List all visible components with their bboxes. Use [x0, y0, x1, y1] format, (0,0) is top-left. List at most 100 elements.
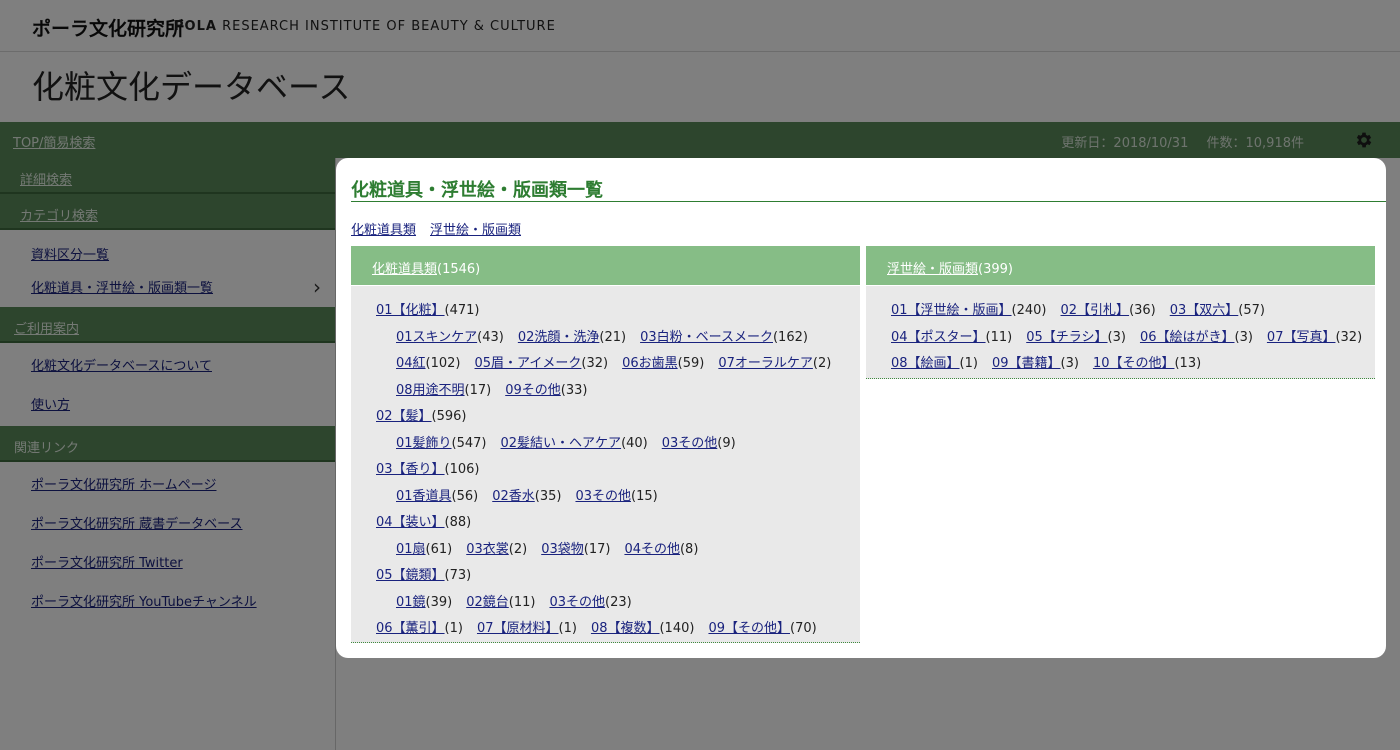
category-entry: 05眉・アイメーク(32) [475, 356, 609, 371]
tab-ukiyoe[interactable]: 浮世絵・版画類 [430, 219, 521, 238]
category-link[interactable]: 04その他 [624, 542, 680, 557]
category-count: (240) [1011, 303, 1047, 318]
category-entry: 07オーラルケア(2) [718, 356, 831, 371]
category-link[interactable]: 01鏡 [396, 595, 426, 610]
category-row: 01スキンケア(43) 02洗顔・洗浄(21) 03白粉・ベースメーク(162) [396, 326, 822, 345]
category-link[interactable]: 02髪結い・ヘアケア [501, 436, 622, 451]
ukiyoe-panel: 浮世絵・版画類(399) 01【浮世絵・版画】(240) 02【引札】(36) 03… [866, 246, 1375, 379]
category-link[interactable]: 03袋物 [541, 542, 584, 557]
title-divider [351, 201, 1386, 202]
category-link[interactable]: 05【チラシ】 [1026, 330, 1107, 345]
category-count: (40) [621, 435, 648, 451]
category-row: 08【絵画】(1) 09【書籍】(3) 10【その他】(13) [891, 352, 1215, 371]
category-row: 01【化粧】(471) [376, 299, 494, 318]
category-link[interactable]: 06【絵はがき】 [1140, 330, 1235, 345]
category-entry: 01【化粧】(471) [376, 303, 480, 318]
category-link[interactable]: 09【その他】 [708, 621, 790, 636]
category-row: 01【浮世絵・版画】(240) 02【引札】(36) 03【双六】(57) [891, 299, 1279, 318]
category-link[interactable]: 02【髪】 [376, 409, 432, 424]
category-entry: 01扇(61) [396, 542, 452, 557]
category-entry: 06【絵はがき】(3) [1140, 330, 1253, 345]
category-row: 01扇(61) 03衣裳(2) 03袋物(17) 04その他(8) [396, 538, 712, 557]
category-link[interactable]: 01香道具 [396, 489, 452, 504]
category-count: (59) [677, 356, 705, 371]
ukiyoe-panel-link[interactable]: 浮世絵・版画類 [887, 262, 978, 277]
category-link[interactable]: 01スキンケア [396, 330, 477, 345]
category-count: (70) [790, 621, 817, 636]
category-link[interactable]: 02洗顔・洗浄 [518, 330, 600, 345]
tools-panel-link[interactable]: 化粧道具類 [372, 262, 437, 277]
category-link[interactable]: 04【ポスター】 [891, 330, 986, 345]
category-link[interactable]: 09その他 [505, 383, 561, 398]
category-entry: 08【絵画】(1) [891, 356, 978, 371]
category-link[interactable]: 01【浮世絵・版画】 [891, 303, 1012, 318]
category-count: (1) [959, 356, 978, 371]
category-count: (15) [631, 488, 658, 504]
category-link[interactable]: 01扇 [396, 542, 426, 557]
category-link[interactable]: 08【複数】 [591, 621, 660, 636]
category-count: (88) [444, 515, 472, 530]
tools-panel-head: 化粧道具類(1546) [351, 246, 860, 286]
category-link[interactable]: 03白粉・ベースメーク [640, 330, 773, 345]
category-entry: 01髪飾り(547) [396, 436, 487, 451]
category-count: (1) [444, 621, 463, 636]
category-entry: 10【その他】(13) [1093, 356, 1201, 371]
category-count: (21) [599, 329, 627, 345]
category-link[interactable]: 03その他 [662, 436, 718, 451]
category-link[interactable]: 06お歯黒 [622, 356, 678, 371]
category-count: (43) [477, 329, 504, 345]
category-link[interactable]: 09【書籍】 [992, 356, 1061, 371]
category-link[interactable]: 03衣裳 [466, 542, 509, 557]
category-entry: 01【浮世絵・版画】(240) [891, 303, 1047, 318]
category-link[interactable]: 05【鏡類】 [376, 568, 445, 583]
category-link[interactable]: 06【薫引】 [376, 621, 445, 636]
category-entry: 02【引札】(36) [1061, 303, 1156, 318]
category-count: (57) [1238, 303, 1265, 318]
tab-tools[interactable]: 化粧道具類 [351, 219, 416, 238]
category-count: (17) [583, 541, 611, 557]
category-count: (471) [444, 303, 480, 318]
category-link[interactable]: 03【香り】 [376, 462, 445, 477]
category-entry: 09その他(33) [505, 383, 587, 398]
category-link[interactable]: 02【引札】 [1061, 303, 1130, 318]
category-count: (3) [1060, 356, 1079, 371]
category-count: (3) [1234, 329, 1253, 345]
category-entry: 02鏡台(11) [466, 595, 535, 610]
category-entry: 03その他(23) [549, 595, 631, 610]
category-row: 02【髪】(596) [376, 405, 481, 424]
category-entry: 06【薫引】(1) [376, 621, 463, 636]
category-link[interactable]: 01【化粧】 [376, 303, 445, 318]
category-link[interactable]: 04紅 [396, 356, 426, 371]
category-entry: 05【チラシ】(3) [1026, 330, 1126, 345]
category-count: (547) [451, 435, 487, 451]
category-entry: 03衣裳(2) [466, 542, 527, 557]
category-entry: 09【書籍】(3) [992, 356, 1079, 371]
category-link[interactable]: 03その他 [549, 595, 605, 610]
category-row: 01鏡(39) 02鏡台(11) 03その他(23) [396, 591, 646, 610]
category-link[interactable]: 03その他 [575, 489, 631, 504]
category-link[interactable]: 05眉・アイメーク [475, 356, 582, 371]
category-link[interactable]: 07【写真】 [1267, 330, 1336, 345]
category-entry: 04【ポスター】(11) [891, 330, 1012, 345]
category-link[interactable]: 08用途不明 [396, 383, 465, 398]
category-link[interactable]: 10【その他】 [1093, 356, 1175, 371]
category-link[interactable]: 08【絵画】 [891, 356, 960, 371]
category-count: (17) [464, 382, 492, 398]
category-link[interactable]: 07【原材料】 [477, 621, 559, 636]
category-count: (9) [717, 435, 736, 451]
category-link[interactable]: 04【装い】 [376, 515, 445, 530]
category-count: (13) [1174, 356, 1202, 371]
category-count: (56) [451, 488, 479, 504]
category-link[interactable]: 01髪飾り [396, 436, 452, 451]
category-entry: 03その他(15) [575, 489, 657, 504]
category-count: (2) [812, 356, 832, 371]
category-entry: 01鏡(39) [396, 595, 452, 610]
category-row: 04【ポスター】(11) 05【チラシ】(3) 06【絵はがき】(3) 07【写真】 (… [891, 326, 1376, 345]
category-link[interactable]: 03【双六】 [1170, 303, 1239, 318]
category-link[interactable]: 07オーラルケア [718, 356, 813, 371]
category-entry: 08【複数】(140) [591, 621, 695, 636]
category-count: (8) [679, 541, 699, 557]
category-link[interactable]: 02香水 [492, 489, 535, 504]
category-count: (2) [508, 541, 528, 557]
category-link[interactable]: 02鏡台 [466, 595, 509, 610]
